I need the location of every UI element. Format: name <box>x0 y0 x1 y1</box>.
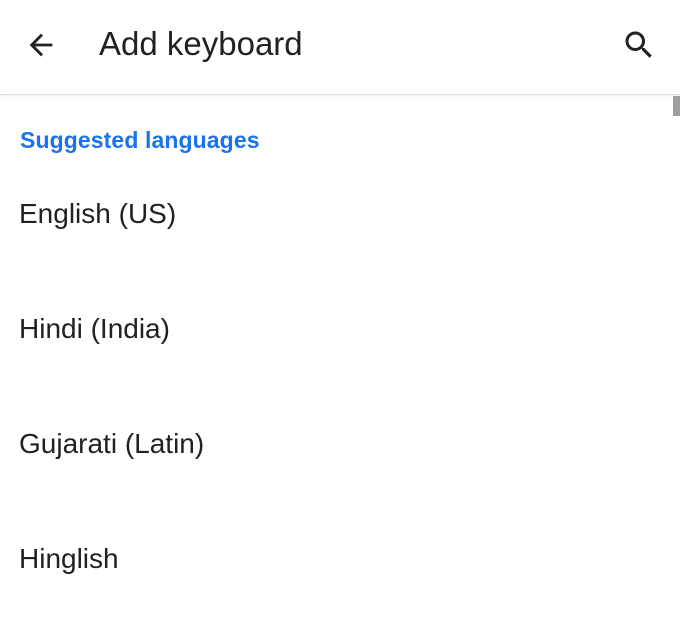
language-list: English (US) Hindi (India) Gujarati (Lat… <box>0 170 673 630</box>
page-title: Add keyboard <box>99 25 303 62</box>
list-item-gujarati-latin[interactable]: Gujarati (Latin) <box>0 400 673 515</box>
language-label: English (US) <box>19 198 177 229</box>
language-label: Hinglish <box>19 543 119 574</box>
search-icon <box>625 31 652 58</box>
language-label: Hindi (India) <box>19 313 170 344</box>
search-button[interactable] <box>614 20 664 70</box>
list-item-hindi-india[interactable]: Hindi (India) <box>0 285 673 400</box>
list-item-english-us[interactable]: English (US) <box>0 170 673 285</box>
arrow-back-icon <box>29 33 53 57</box>
scrollbar-thumb[interactable] <box>673 96 680 116</box>
list-item-hinglish[interactable]: Hinglish <box>0 515 673 630</box>
language-label: Gujarati (Latin) <box>19 428 205 459</box>
back-button[interactable] <box>16 20 66 70</box>
app-bar: Add keyboard <box>0 0 680 95</box>
section-header-suggested-languages: Suggested languages <box>20 127 260 153</box>
